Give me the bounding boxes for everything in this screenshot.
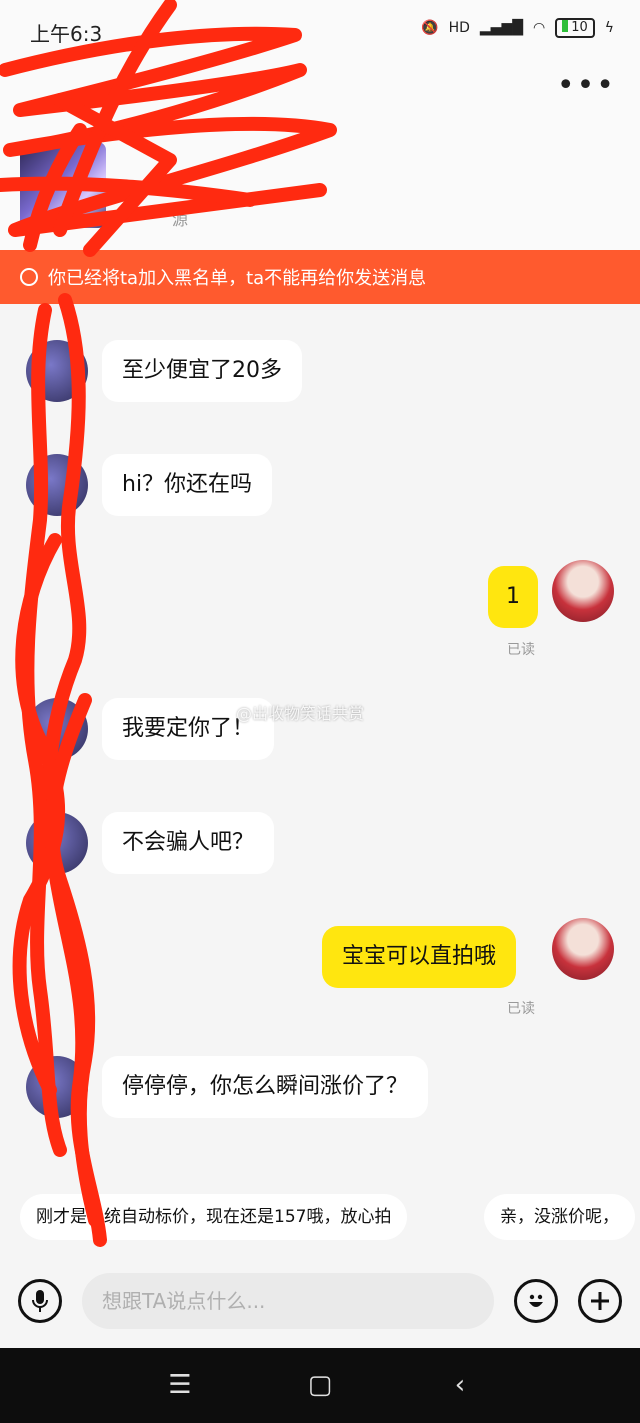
blacklist-banner: 你已经将ta加入黑名单，ta不能再给你发送消息 <box>0 250 640 304</box>
chat-area[interactable]: 至少便宜了20多 hi？你还在吗 1 已读 我要定你了！ @出收物笑话共赏 不会… <box>0 304 640 1270</box>
status-time: 上午6:3 <box>30 22 103 46</box>
info-icon <box>20 268 38 286</box>
menu-icon[interactable]: ☰ <box>160 1370 200 1400</box>
input-bar <box>0 1260 640 1348</box>
network-label: HD <box>448 20 470 36</box>
signal-icon: ▂▄▆█ <box>479 20 523 36</box>
my-message-bubble[interactable]: 宝宝可以直拍哦 <box>322 926 517 988</box>
read-status: 已读 <box>507 642 535 658</box>
avatar[interactable] <box>26 1056 88 1118</box>
back-icon[interactable]: ‹ <box>440 1370 480 1400</box>
avatar[interactable] <box>26 698 88 760</box>
banner-text: 你已经将ta加入黑名单，ta不能再给你发送消息 <box>48 268 427 289</box>
avatar[interactable] <box>26 812 88 874</box>
product-thumbnail[interactable] <box>20 142 106 228</box>
quick-reply-chip[interactable]: 刚才是系统自动标价，现在还是157哦，放心拍 <box>20 1194 408 1240</box>
mute-icon: 🔕 <box>421 20 439 36</box>
chat-header: ••• 源 <box>0 64 640 250</box>
avatar[interactable] <box>26 340 88 402</box>
my-message-bubble[interactable]: 1 <box>488 566 538 628</box>
status-bar: 上午6:3 🔕 HD ▂▄▆█ ◠ 10 ϟ <box>0 0 640 64</box>
status-icons: 🔕 HD ▂▄▆█ ◠ 10 ϟ <box>421 18 614 38</box>
message-bubble[interactable]: hi？你还在吗 <box>102 454 273 516</box>
charging-icon: ϟ <box>604 20 614 36</box>
message-input[interactable] <box>82 1273 494 1329</box>
my-avatar[interactable] <box>552 918 614 980</box>
quick-reply-chip[interactable]: 亲，没涨价呢， <box>484 1194 635 1240</box>
battery-indicator: 10 <box>555 18 595 38</box>
avatar[interactable] <box>26 454 88 516</box>
wifi-icon: ◠ <box>532 20 546 36</box>
read-status: 已读 <box>507 1001 535 1017</box>
smiley-icon <box>529 1294 543 1307</box>
quick-reply-bar: 刚才是系统自动标价，现在还是157哦，放心拍 亲，没涨价呢， <box>0 1186 640 1250</box>
more-options-button[interactable]: ••• <box>557 71 616 101</box>
microphone-icon <box>32 1290 48 1312</box>
system-navigation-bar: ☰ ▢ ‹ <box>0 1348 640 1423</box>
message-bubble[interactable]: 至少便宜了20多 <box>102 340 302 402</box>
message-bubble[interactable]: 停停停，你怎么瞬间涨价了？ <box>102 1056 429 1118</box>
voice-input-button[interactable] <box>18 1279 62 1323</box>
plus-icon <box>591 1292 609 1310</box>
home-icon[interactable]: ▢ <box>300 1370 340 1400</box>
message-bubble[interactable]: 不会骗人吧？ <box>102 812 275 874</box>
my-avatar[interactable] <box>552 560 614 622</box>
emoji-button[interactable] <box>514 1279 558 1323</box>
more-actions-button[interactable] <box>578 1279 622 1323</box>
watermark: @出收物笑话共赏 <box>236 704 365 723</box>
product-info: 源 <box>172 210 189 229</box>
